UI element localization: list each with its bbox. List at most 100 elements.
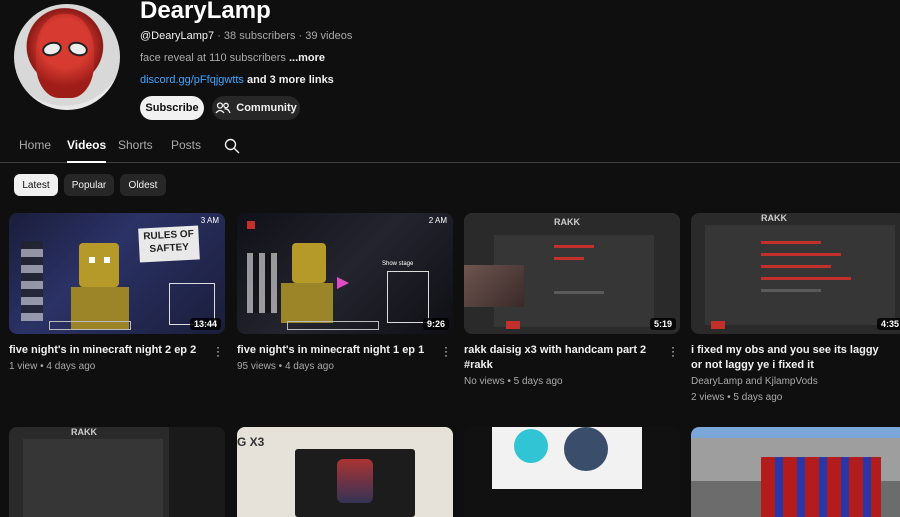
more-options-icon[interactable]: · · · — [670, 341, 676, 361]
thumb-slider — [761, 241, 821, 244]
description-more-link[interactable]: ...more — [289, 52, 325, 64]
chip-oldest[interactable]: Oldest — [120, 174, 166, 196]
video-duration: 13:44 — [189, 318, 221, 330]
video-thumbnail[interactable]: G X3 — [237, 427, 453, 517]
community-label: Community — [236, 102, 297, 114]
upload-age: 4 days ago — [46, 361, 96, 372]
video-title[interactable]: i fixed my obs and you see its laggy or … — [691, 343, 891, 373]
thumb-hud-bar — [287, 321, 379, 330]
thumb-slider — [554, 257, 584, 260]
community-button[interactable]: Community — [212, 96, 300, 120]
character-body — [281, 283, 333, 323]
view-count: 2 views — [691, 392, 725, 403]
rec-indicator — [247, 221, 255, 229]
thumb-dark-area — [169, 427, 225, 517]
video-stats: 95 views • 4 days ago — [237, 361, 334, 372]
character-head — [79, 243, 119, 287]
thumb-hud-bar — [49, 321, 131, 330]
spiderman-mask-image — [36, 14, 94, 98]
channel-avatar — [14, 4, 120, 110]
video-thumbnail[interactable] — [691, 427, 900, 517]
chip-latest[interactable]: Latest — [14, 174, 58, 196]
thumb-time: 2 AM — [428, 216, 447, 225]
discord-link[interactable]: discord.gg/pFfqjgwtts — [140, 74, 244, 86]
video-card: RAKK 5:19 rakk daisig x3 with handcam pa… — [464, 213, 680, 387]
channel-name: DearyLamp — [140, 0, 271, 24]
thumb-robot — [337, 459, 373, 503]
video-thumbnail[interactable]: RAKK — [9, 427, 225, 517]
channel-links: discord.gg/pFfqjgwtts and 3 more links — [140, 74, 334, 86]
video-card: RAKK — [9, 427, 225, 517]
video-stats: No views • 5 days ago — [464, 376, 563, 387]
channel-stats: · 38 subscribers · 39 videos — [214, 30, 353, 42]
thumb-box-label: G X3 — [237, 435, 265, 449]
tab-posts[interactable]: Posts — [171, 138, 201, 152]
character-eye — [89, 257, 95, 263]
camera-map — [387, 271, 429, 323]
character-eye — [104, 257, 110, 263]
view-count: 1 view — [9, 361, 38, 372]
video-thumbnail[interactable]: RAKK 5:19 — [464, 213, 680, 334]
thumb-time: 3 AM — [200, 216, 219, 225]
thumb-slider — [554, 245, 594, 248]
video-thumbnail[interactable]: RAKK 4:35 — [691, 213, 900, 334]
video-title[interactable]: rakk daisig x3 with handcam part 2 #rakk — [464, 343, 664, 373]
handcam-overlay — [464, 265, 524, 307]
view-count: 95 views — [237, 361, 276, 372]
video-duration: 5:19 — [649, 318, 676, 330]
video-card: G X3 — [237, 427, 453, 517]
video-duration: 4:35 — [876, 318, 900, 330]
video-card — [691, 427, 900, 517]
video-thumbnail[interactable]: RULES OF SAFTEY 3 AM 13:44 — [9, 213, 225, 334]
upload-age: 4 days ago — [284, 361, 334, 372]
thumb-minecraft-blocks — [761, 457, 881, 517]
more-options-icon[interactable]: · · · — [443, 341, 449, 361]
search-icon[interactable] — [224, 138, 240, 154]
upload-age: 5 days ago — [513, 376, 563, 387]
thumb-slider — [761, 277, 851, 280]
channel-tabs: Home Videos Shorts Posts — [0, 130, 900, 163]
subscribe-button[interactable]: Subscribe — [140, 96, 204, 120]
tab-home[interactable]: Home — [19, 138, 51, 152]
video-stats: 2 views • 5 days ago — [691, 392, 783, 403]
video-card: RULES OF SAFTEY 3 AM 13:44 five night's … — [9, 213, 225, 372]
channel-description[interactable]: face reveal at 110 subscribers ...more — [140, 52, 325, 64]
video-title[interactable]: five night's in minecraft night 2 ep 2 — [9, 343, 209, 358]
channel-handle: @DearyLamp7 — [140, 30, 215, 42]
thumb-slider — [761, 253, 841, 256]
thumb-indicator — [711, 321, 725, 329]
thumb-slider — [761, 289, 821, 292]
thumb-rakk-logo: RAKK — [761, 213, 787, 223]
video-thumbnail[interactable]: 2 AM Show stage 9:26 — [237, 213, 453, 334]
video-thumbnail[interactable] — [464, 427, 680, 517]
thumb-slider — [761, 265, 831, 268]
thumb-settings-panel — [23, 439, 163, 517]
tab-shorts[interactable]: Shorts — [118, 138, 153, 152]
video-author[interactable]: DearyLamp and KjlampVods — [691, 374, 818, 389]
tab-videos[interactable]: Videos — [67, 138, 107, 163]
pink-arrow — [337, 277, 349, 289]
more-links-link[interactable]: and 3 more links — [244, 74, 334, 86]
thumb-blue-character — [514, 429, 548, 463]
more-options-icon[interactable]: · · · — [215, 341, 221, 361]
view-count: No views — [464, 376, 505, 387]
thumb-slider — [554, 291, 604, 294]
channel-meta: @DearyLamp7 · 38 subscribers · 39 videos — [140, 30, 352, 42]
thumb-rakk-logo: RAKK — [71, 427, 97, 437]
thumb-settings-panel — [705, 225, 895, 325]
checker-wall — [21, 241, 43, 321]
video-card — [464, 427, 680, 517]
video-card: 2 AM Show stage 9:26 five night's in min… — [237, 213, 453, 372]
checker-wall — [247, 253, 277, 313]
upload-age: 5 days ago — [733, 392, 783, 403]
community-icon — [215, 102, 231, 114]
video-card: RAKK 4:35 i fixed my obs and you see its… — [691, 213, 900, 403]
character-head — [292, 243, 326, 283]
video-title[interactable]: five night's in minecraft night 1 ep 1 — [237, 343, 437, 358]
thumb-rakk-logo: RAKK — [554, 217, 580, 227]
thumb-indicator — [506, 321, 520, 329]
chip-popular[interactable]: Popular — [64, 174, 114, 196]
description-text: face reveal at 110 subscribers — [140, 52, 289, 64]
thumb-poster: RULES OF SAFTEY — [138, 225, 200, 263]
thumb-stage-label: Show stage — [382, 261, 414, 267]
